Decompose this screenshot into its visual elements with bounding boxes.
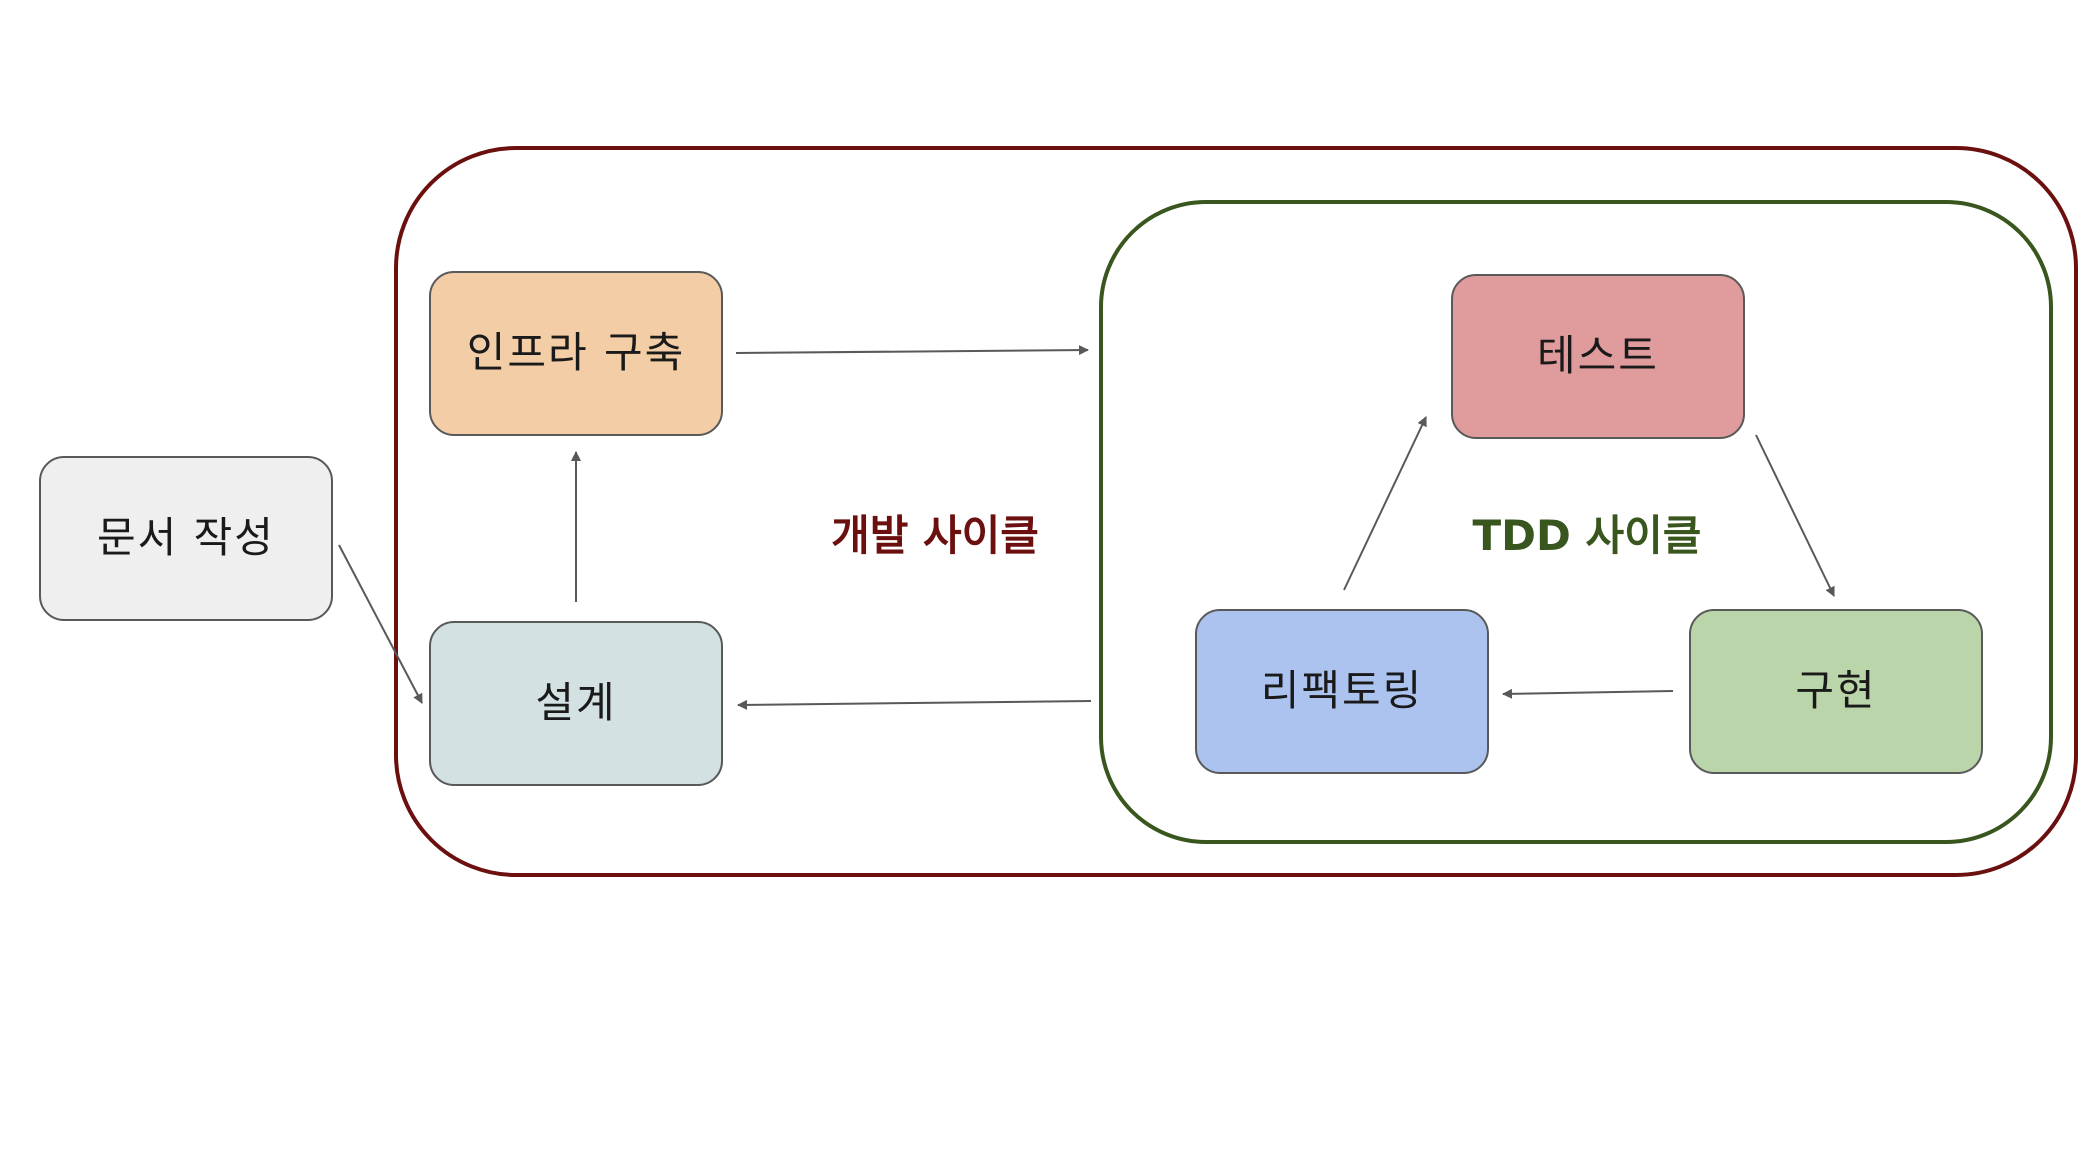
node-design[interactable]: 설계 — [429, 621, 723, 786]
node-infra[interactable]: 인프라 구축 — [429, 271, 723, 436]
implement-label: 구현 — [1795, 666, 1876, 715]
document-label: 문서 작성 — [97, 513, 275, 562]
edge-document-to-design — [338, 544, 423, 704]
test-label: 테스트 — [1537, 331, 1659, 380]
dev-cycle-label: 개발 사이클 — [831, 511, 1039, 560]
node-test[interactable]: 테스트 — [1451, 274, 1745, 439]
edge-implement-to-refactor — [1502, 688, 1674, 699]
edge-refactor-to-test — [1343, 416, 1427, 591]
edge-tdd-to-design — [737, 699, 1092, 710]
tdd-cycle-label: TDD 사이클 — [1473, 511, 1702, 560]
refactor-label: 리팩토링 — [1261, 666, 1424, 715]
edge-infra-to-tdd — [735, 345, 1089, 356]
design-label: 설계 — [535, 678, 616, 727]
node-implement[interactable]: 구현 — [1689, 609, 1983, 774]
edge-test-to-implement — [1755, 434, 1835, 597]
node-refactor[interactable]: 리팩토링 — [1195, 609, 1489, 774]
infra-label: 인프라 구축 — [467, 328, 686, 377]
node-document[interactable]: 문서 작성 — [39, 456, 333, 621]
flow-diagram: 개발 사이클 TDD 사이클 문서 작성 인프라 구축 설계 테스트 구현 리팩… — [39, 146, 2078, 877]
